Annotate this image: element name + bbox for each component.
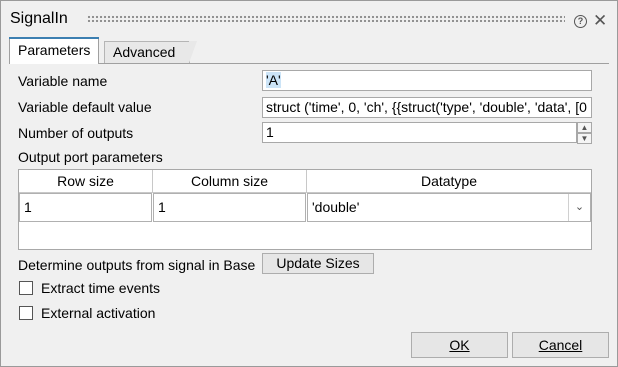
determine-outputs-label: Determine outputs from signal in Base [18,257,256,273]
close-icon[interactable]: ✕ [593,11,607,31]
datatype-select[interactable]: 'double' [307,193,591,222]
column-header-row-size[interactable]: Row size [19,170,153,193]
signalin-dialog: SignalIn ? ✕ Parameters Advanced Variabl… [0,0,618,367]
ok-button[interactable]: OK [411,332,508,358]
variable-default-input[interactable]: struct ('time', 0, 'ch', {{struct('type'… [262,97,592,118]
external-activation-checkbox[interactable] [19,306,33,320]
column-header-datatype[interactable]: Datatype [307,170,591,193]
spin-up-button[interactable]: ▲ [577,122,592,133]
datatype-value: 'double' [312,199,360,215]
drag-grip[interactable] [87,15,565,22]
tab-parameters[interactable]: Parameters [9,37,99,64]
title-bar[interactable]: SignalIn ? ✕ [1,1,617,35]
spin-down-button[interactable]: ▼ [577,133,592,144]
variable-name-label: Variable name [18,73,108,89]
tab-panel-border [9,63,609,64]
chevron-down-icon[interactable]: ⌄ [568,194,590,221]
update-sizes-button[interactable]: Update Sizes [262,253,374,274]
num-outputs-input[interactable]: 1 [262,122,577,143]
window-title: SignalIn [10,10,68,27]
cancel-button[interactable]: Cancel [512,332,609,358]
variable-default-value: struct ('time', 0, 'ch', {{struct('type'… [266,99,587,115]
help-icon[interactable]: ? [574,15,587,28]
row-size-cell[interactable]: 1 [19,193,152,222]
num-outputs-value: 1 [266,124,274,140]
tab-advanced-label: Advanced [113,44,176,60]
column-header-column-size[interactable]: Column size [153,170,307,193]
variable-default-label: Variable default value [18,99,152,115]
column-size-cell[interactable]: 1 [153,193,306,222]
variable-name-input[interactable]: 'A' [262,70,592,91]
extract-time-events-label: Extract time events [41,280,161,296]
num-outputs-label: Number of outputs [18,125,134,141]
tab-advanced[interactable]: Advanced [104,41,197,63]
tab-parameters-label: Parameters [18,42,91,58]
variable-name-value: 'A' [266,72,281,88]
external-activation-label: External activation [41,305,156,321]
output-port-label: Output port parameters [18,149,163,165]
extract-time-events-checkbox[interactable] [19,281,33,295]
output-port-table: Row size Column size Datatype 1 1 'doubl… [18,169,592,250]
